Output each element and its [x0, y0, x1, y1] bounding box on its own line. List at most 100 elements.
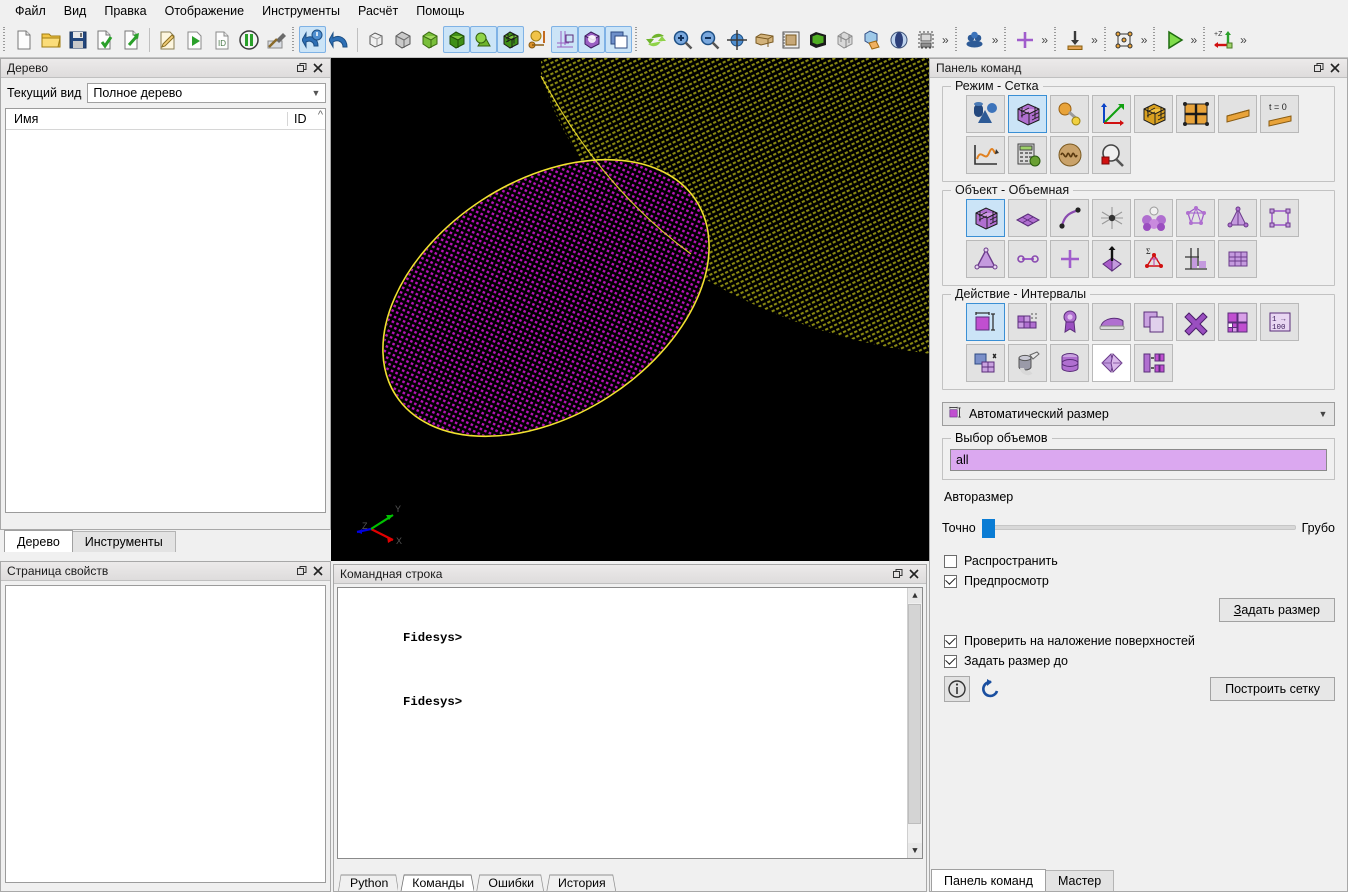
merge-icon[interactable] [966, 344, 1005, 382]
mesh-cube-icon[interactable] [497, 26, 524, 53]
tab-errors[interactable]: Ошибки [474, 874, 544, 891]
menu-edit[interactable]: Правка [95, 2, 155, 20]
group-icon[interactable] [1134, 199, 1173, 237]
coordinate-mode-icon[interactable] [1092, 95, 1131, 133]
lighting-icon[interactable] [885, 26, 912, 53]
grid-struct-icon[interactable] [1176, 240, 1215, 278]
transparent-cube-icon[interactable] [831, 26, 858, 53]
toolbar-grip[interactable] [1, 26, 8, 53]
properties-panel-close-icon[interactable] [310, 564, 326, 579]
menu-tools[interactable]: Инструменты [253, 2, 349, 20]
solid-cube-icon[interactable] [443, 26, 470, 53]
hiddenline-cube-icon[interactable] [389, 26, 416, 53]
smoothshade-cube-icon[interactable] [416, 26, 443, 53]
menu-help[interactable]: Помощь [407, 2, 473, 20]
undo-arrow-icon[interactable] [326, 26, 353, 53]
toolbar-grip-9[interactable] [1201, 26, 1209, 53]
menu-file[interactable]: Файл [6, 2, 55, 20]
play-journal-icon[interactable] [181, 26, 208, 53]
set-size-to-checkbox-box[interactable] [944, 654, 957, 668]
fit-view-icon[interactable] [723, 26, 750, 53]
3d-viewport[interactable]: X Y Z [331, 58, 929, 561]
volume-icon[interactable] [966, 199, 1005, 237]
scroll-down-icon[interactable]: ▼ [907, 843, 922, 858]
export-file-icon[interactable] [118, 26, 145, 53]
refine-icon[interactable] [1218, 303, 1257, 341]
boundary-nodes-icon[interactable] [1111, 26, 1138, 53]
vertex-cross-icon[interactable] [1011, 26, 1038, 53]
check-overlap-checkbox[interactable]: Проверить на наложение поверхностей [944, 634, 1347, 648]
zoom-out-icon[interactable] [696, 26, 723, 53]
toolbar-overflow-6[interactable]: » [1187, 33, 1200, 47]
load-arrow-icon[interactable] [1061, 26, 1088, 53]
geometry-primitives-icon[interactable] [470, 26, 497, 53]
pause-icon[interactable] [235, 26, 262, 53]
open-folder-icon[interactable] [37, 26, 64, 53]
intervals-icon[interactable] [966, 303, 1005, 341]
wedge-element-icon[interactable] [1092, 240, 1131, 278]
snapshot-icon[interactable] [912, 26, 939, 53]
toolbar-overflow-1[interactable]: » [939, 33, 952, 47]
pick-face-icon[interactable] [858, 26, 885, 53]
tree-panel-float-button[interactable] [294, 61, 310, 76]
sweep-icon[interactable] [1050, 344, 1089, 382]
scroll-thumb[interactable] [908, 604, 921, 824]
toolbar-overflow-3[interactable]: » [1038, 33, 1051, 47]
build-hammer-icon[interactable] [262, 26, 289, 53]
section-cube-icon[interactable] [578, 26, 605, 53]
properties-content[interactable] [5, 585, 326, 883]
tree-panel-close-icon[interactable] [310, 61, 326, 76]
undo-power-icon[interactable] [299, 26, 326, 53]
composite-icon[interactable] [524, 26, 551, 53]
toolbar-grip-5[interactable] [1002, 26, 1010, 53]
journal-edit-icon[interactable] [154, 26, 181, 53]
toolbar-grip-3[interactable] [633, 26, 640, 53]
quality-icon[interactable] [1050, 303, 1089, 341]
isometric-cube-icon[interactable] [804, 26, 831, 53]
command-input-line[interactable]: Fidesys> [338, 678, 922, 726]
command-line-float-button[interactable] [890, 567, 906, 582]
geometry-mode-icon[interactable] [966, 95, 1005, 133]
import-file-icon[interactable] [91, 26, 118, 53]
info-icon[interactable] [944, 676, 970, 702]
run-solver-icon[interactable] [1160, 26, 1187, 53]
menu-display[interactable]: Отображение [156, 2, 253, 20]
tab-wizard[interactable]: Мастер [1044, 870, 1115, 891]
surface-icon[interactable] [1008, 199, 1047, 237]
properties-panel-float-button[interactable] [294, 564, 310, 579]
check-overlap-checkbox-box[interactable] [944, 634, 957, 648]
set-size-button[interactable]: Задать размер [1218, 598, 1335, 622]
command-output[interactable]: Fidesys> Fidesys> ▲ ▼ [337, 587, 923, 859]
command-panel-float-button[interactable] [1311, 61, 1327, 76]
mirror-mesh-icon[interactable] [1092, 344, 1131, 382]
calculation-settings-mode-icon[interactable] [1008, 136, 1047, 174]
toolbar-grip-2[interactable] [290, 26, 297, 53]
delete-mesh-icon[interactable] [1176, 303, 1215, 341]
mesh-mode-icon[interactable] [1008, 95, 1047, 133]
zoom-in-icon[interactable] [669, 26, 696, 53]
toolbar-grip-7[interactable] [1101, 26, 1109, 53]
zaxis-flip-icon[interactable]: +Z [1210, 26, 1237, 53]
menu-analysis[interactable]: Расчёт [349, 2, 407, 20]
menu-view[interactable]: Вид [55, 2, 96, 20]
hex-element-icon[interactable] [1218, 199, 1257, 237]
vertex-icon[interactable] [1092, 199, 1131, 237]
volume-select-input[interactable]: all [950, 449, 1327, 471]
autosize-slider[interactable] [981, 508, 1296, 548]
boundary-mode-icon[interactable] [1218, 95, 1257, 133]
quad-element-icon[interactable] [1260, 199, 1299, 237]
toolbar-overflow-2[interactable]: » [989, 33, 1002, 47]
group-blue-icon[interactable] [962, 26, 989, 53]
tab-tools[interactable]: Инструменты [71, 531, 176, 552]
copy-mesh-icon[interactable] [1134, 303, 1173, 341]
toolbar-grip-4[interactable] [952, 26, 960, 53]
propagate-checkbox[interactable]: Распространить [944, 554, 1347, 568]
sets-mode-icon[interactable] [1176, 95, 1215, 133]
toolbar-overflow-7[interactable]: » [1237, 33, 1250, 47]
size-method-combo[interactable]: Автоматический размер ▼ [942, 402, 1335, 426]
node-group-icon[interactable] [1176, 199, 1215, 237]
renumber-icon[interactable]: 1 → 100 [1260, 303, 1299, 341]
current-view-combo[interactable]: Полное дерево ▼ [87, 83, 326, 103]
ruler-icon[interactable] [777, 26, 804, 53]
toolbar-overflow-4[interactable]: » [1088, 33, 1101, 47]
